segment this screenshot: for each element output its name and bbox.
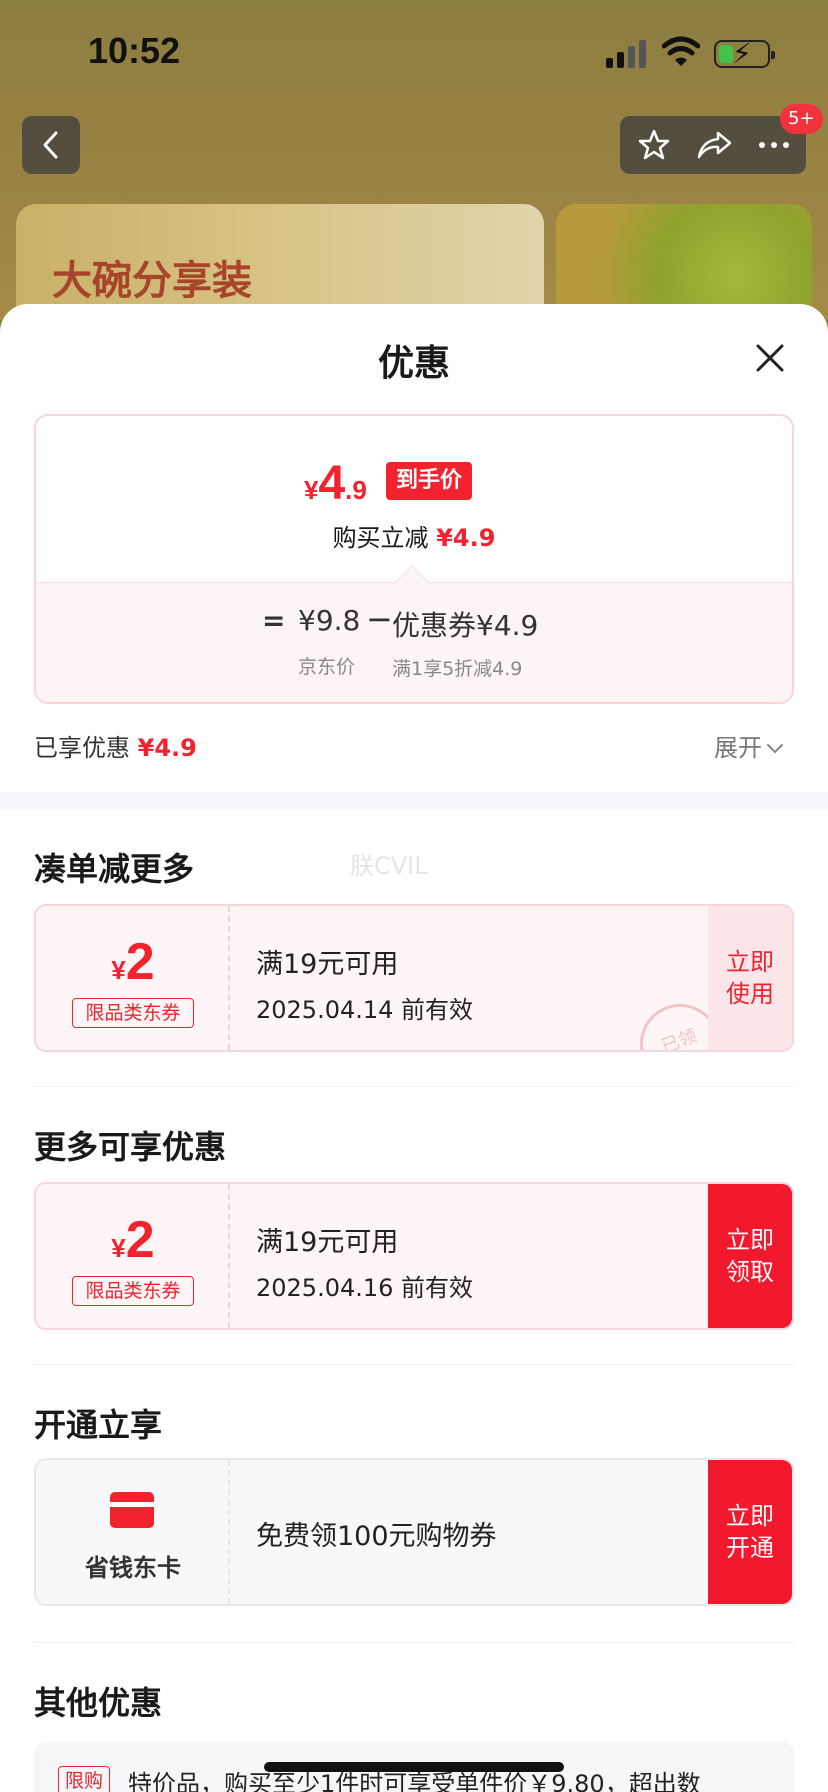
open-now-label: 立即开通 [726, 1502, 774, 1562]
claim-now-button[interactable]: 立即领取 [708, 1184, 792, 1328]
card-description: 免费领100元购物券 [256, 1521, 497, 1552]
final-price-tag: 到手价 [386, 462, 473, 500]
currency-symbol: ¥ [304, 475, 319, 505]
limit-tag: 限购 [58, 1766, 111, 1792]
status-bar: 10:52 ⚡ [0, 0, 828, 110]
wifi-icon [662, 36, 700, 66]
banner-text: 大碗分享装 [52, 258, 252, 304]
section-title-open-card: 开通立享 [34, 1406, 163, 1444]
open-now-button[interactable]: 立即开通 [708, 1460, 792, 1604]
price-decimal: .9 [345, 475, 367, 505]
divider [34, 1364, 794, 1365]
close-icon[interactable] [750, 338, 790, 378]
membership-card: 省钱东卡 免费领100元购物券 立即开通 [34, 1458, 794, 1606]
price-integer: 4 [318, 457, 346, 510]
watermark: 朕CVIL [350, 852, 428, 880]
final-price: ¥4.9 [304, 456, 367, 511]
cellular-signal-icon [606, 40, 648, 68]
enjoyed-label: 已享优惠 [34, 734, 130, 762]
section-title-more-offers: 更多可享优惠 [34, 1128, 227, 1166]
coupon-condition: 满19元可用 [256, 1227, 399, 1258]
section-title-other: 其他优惠 [34, 1684, 163, 1722]
divider [34, 1642, 794, 1643]
top-actions [620, 116, 806, 174]
expand-label: 展开 [714, 734, 762, 762]
star-icon [638, 129, 670, 160]
coupon-card-1: ¥2 限品类东券 满19元可用 2025.04.14 前有效 已领 立即使用 [34, 904, 794, 1052]
coupon-value: 优惠券¥4.9 [392, 609, 539, 642]
jd-price: ¥9.8 [298, 604, 361, 637]
battery-icon: ⚡ [714, 39, 775, 69]
coupon-condition: 满19元可用 [256, 949, 399, 980]
coupon-currency: ¥ [111, 1233, 126, 1263]
use-now-button[interactable]: 立即使用 [708, 906, 792, 1050]
enjoyed-value: ¥4.9 [137, 734, 197, 762]
message-badge: 5+ [780, 104, 823, 134]
coupon-expiry: 2025.04.16 前有效 [256, 1274, 474, 1302]
status-time: 10:52 [88, 30, 181, 71]
buy-reduce-label: 购买立减 [332, 524, 429, 552]
buy-reduce: 购买立减 ¥4.9 [36, 518, 792, 553]
equals-text: = [262, 604, 286, 637]
section-separator [0, 792, 828, 810]
share-button[interactable] [684, 116, 744, 174]
divider [34, 1086, 794, 1087]
section-title-more-discount: 凑单减更多 [34, 850, 195, 888]
credit-card-icon [110, 1492, 154, 1528]
equals-sign: = [262, 604, 285, 637]
minus-sign: − [366, 600, 393, 638]
more-dots-icon [759, 142, 789, 148]
coupon-category: 限品类东券 [72, 998, 194, 1028]
jd-price-label: 京东价 [298, 656, 356, 678]
coupon-amount-value: 2 [125, 933, 155, 991]
claim-now-label: 立即领取 [726, 1226, 774, 1286]
card-name: 省钱东卡 [85, 1554, 181, 1582]
buy-reduce-value: ¥4.9 [436, 524, 496, 552]
chevron-down-icon [767, 744, 783, 754]
chevron-left-icon [43, 131, 58, 159]
sheet-title: 优惠 [377, 343, 450, 384]
home-indicator[interactable] [264, 1762, 564, 1772]
price-card: ¥4.9 到手价 购买立减 ¥4.9 = ¥9.8 − 优惠券¥4.9 京东价 … [34, 414, 794, 704]
coupon-amount: ¥2 [36, 932, 230, 992]
discount-sheet: 优惠 ¥4.9 到手价 购买立减 ¥4.9 = ¥9.8 − 优惠券¥4.9 京… [0, 304, 828, 1792]
favorite-button[interactable] [624, 116, 684, 174]
coupon-expiry: 2025.04.14 前有效 [256, 996, 474, 1024]
coupon-rule-label: 满1享5折减4.9 [392, 658, 523, 680]
coupon-amount: ¥2 [36, 1210, 230, 1270]
coupon-card-2: ¥2 限品类东券 满19元可用 2025.04.16 前有效 立即领取 [34, 1182, 794, 1330]
coupon-category: 限品类东券 [72, 1276, 194, 1306]
use-now-label: 立即使用 [726, 948, 774, 1008]
back-button[interactable] [22, 116, 80, 174]
coupon-currency: ¥ [111, 955, 126, 985]
enjoyed-discount: 已享优惠 ¥4.9 [34, 728, 197, 763]
share-icon [697, 131, 732, 159]
coupon-amount-value: 2 [125, 1211, 155, 1269]
expand-button[interactable]: 展开 [714, 728, 784, 763]
